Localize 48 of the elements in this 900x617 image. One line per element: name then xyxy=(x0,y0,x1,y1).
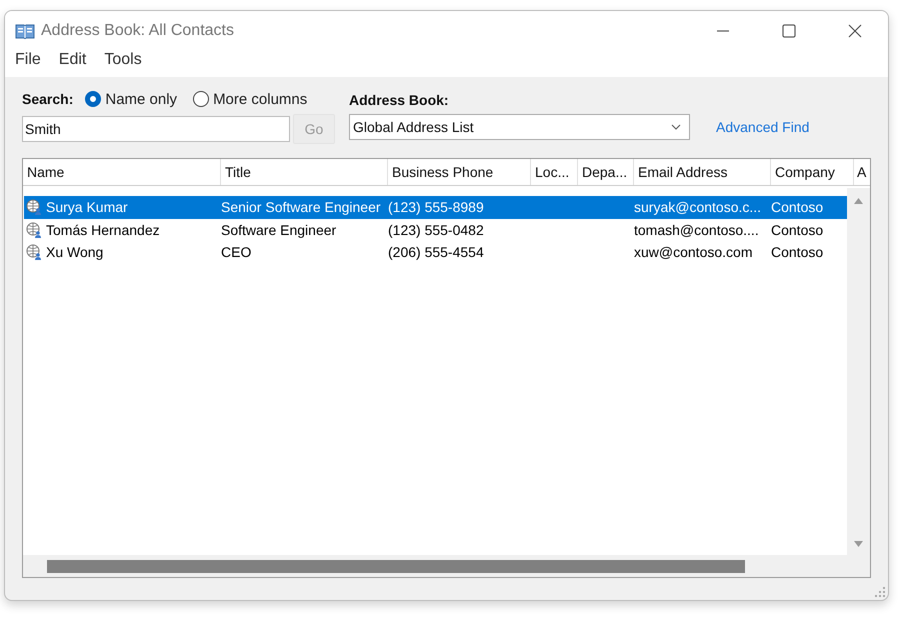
table-cell: Contoso xyxy=(771,199,824,216)
table-cell: (206) 555-4554 xyxy=(388,244,484,260)
menu-item[interactable]: Edit xyxy=(58,51,86,69)
table-cell: xuw@contoso.com xyxy=(634,244,752,260)
search-field[interactable]: Smith xyxy=(22,116,290,142)
column-header[interactable]: Company xyxy=(771,159,854,185)
table-cell: tomash@contoso.... xyxy=(634,222,759,238)
table-cell: Surya Kumar xyxy=(46,199,128,216)
column-header[interactable]: Loc... xyxy=(531,159,578,185)
window-title: Address Book: All Contacts xyxy=(41,22,234,40)
radio-button[interactable] xyxy=(193,91,210,107)
table-cell: Software Engineer xyxy=(221,222,336,238)
menu-item[interactable]: Tools xyxy=(104,51,142,69)
contact-globe-icon xyxy=(26,199,42,216)
search-label: Search: xyxy=(22,91,74,107)
horizontal-scrollbar-thumb[interactable] xyxy=(47,560,745,572)
table-row[interactable]: Surya Kumar Senior Software Engineer (123) 555-8989 suryak@contoso.c... Contoso xyxy=(24,196,847,218)
address-book-dropdown[interactable]: Global Address List xyxy=(349,114,690,140)
radio-label[interactable]: Name only xyxy=(105,90,178,108)
book-icon xyxy=(15,23,35,39)
menu-item[interactable]: File xyxy=(15,51,41,69)
contact-globe-icon xyxy=(26,222,42,238)
table-cell: Xu Wong xyxy=(46,244,104,260)
table-cell: (123) 555-8989 xyxy=(388,199,484,216)
column-header[interactable]: Business Phone xyxy=(388,159,531,185)
table-cell: Contoso xyxy=(771,222,824,238)
caret-icon xyxy=(671,124,681,130)
table-cell: Contoso xyxy=(771,244,824,260)
table-cell: Senior Software Engineer xyxy=(221,199,381,216)
column-header[interactable]: Email Address xyxy=(634,159,771,185)
close-icon[interactable] xyxy=(848,24,862,38)
table-cell: (123) 555-0482 xyxy=(388,222,484,238)
address-book-label: Address Book: xyxy=(349,91,449,109)
table-cell: CEO xyxy=(221,244,252,260)
table-row[interactable]: Tomás Hernandez Software Engineer (123) 555-0482 tomash@contoso.... Contoso xyxy=(24,218,847,241)
column-header[interactable]: Title xyxy=(221,159,388,185)
radio-label[interactable]: More columns xyxy=(213,90,308,108)
resize-grip-icon[interactable] xyxy=(875,587,885,597)
table-cell: suryak@contoso.c... xyxy=(634,199,762,216)
column-header[interactable]: Name xyxy=(23,159,221,185)
radio-button[interactable] xyxy=(85,91,102,107)
table-row[interactable]: Xu Wong CEO (206) 555-4554 xuw@contoso.com Contoso xyxy=(24,241,847,264)
contact-globe-icon xyxy=(26,244,42,260)
column-header[interactable]: A xyxy=(854,159,868,185)
table-cell: Tomás Hernandez xyxy=(46,222,160,238)
advanced-find-link[interactable]: Advanced Find xyxy=(716,119,810,135)
column-header[interactable]: Depa... xyxy=(578,159,634,185)
maximize-icon[interactable] xyxy=(782,24,796,38)
